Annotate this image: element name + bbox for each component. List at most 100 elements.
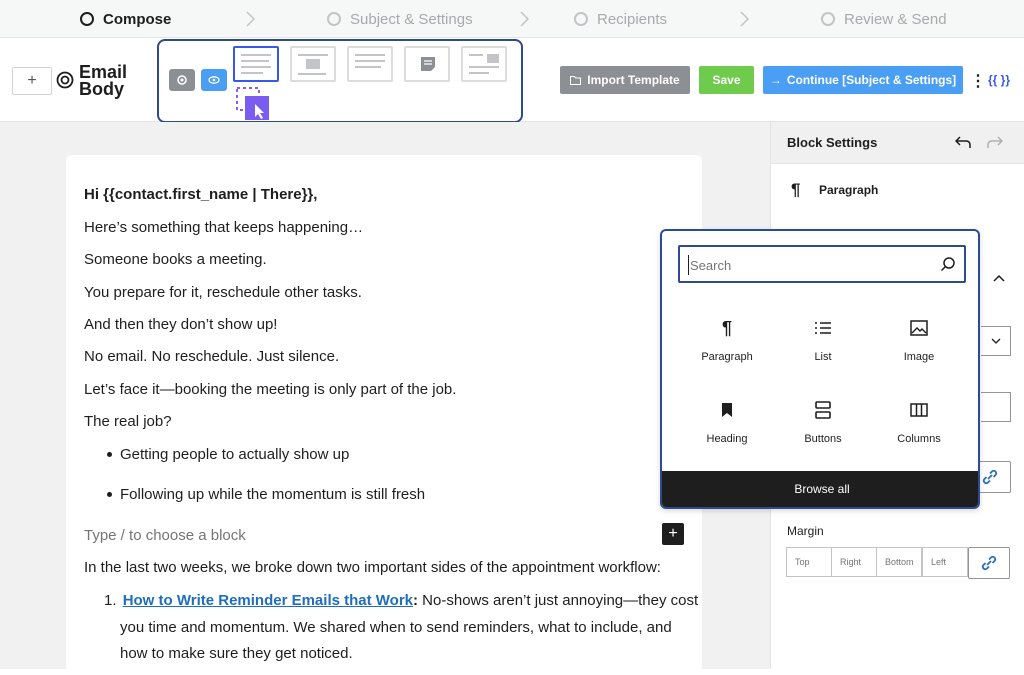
block-type-name: Paragraph	[819, 183, 879, 197]
page-title: Email Body	[79, 63, 127, 99]
undo-icon[interactable]	[955, 135, 971, 149]
block-search-input[interactable]	[688, 255, 928, 275]
columns-icon	[871, 399, 967, 421]
layout-thumbnail[interactable]	[461, 46, 507, 82]
step-circle-icon	[574, 12, 588, 26]
redo-icon[interactable]	[987, 135, 1003, 149]
import-template-label: Import Template	[587, 73, 680, 87]
gear-icon	[177, 75, 187, 85]
chevron-right-icon	[246, 11, 256, 27]
settings-button[interactable]	[169, 69, 195, 91]
bullet-dot	[107, 452, 112, 457]
note-icon	[421, 57, 435, 71]
margin-label: Margin	[787, 524, 824, 538]
continue-button[interactable]: → Continue [Subject & Settings]	[763, 66, 963, 94]
paragraph-icon: ¶	[721, 317, 732, 338]
drag-block-icon	[236, 87, 269, 120]
margin-left-input[interactable]: Left	[922, 547, 968, 577]
add-block-button[interactable]: +	[12, 67, 52, 95]
block-option-paragraph[interactable]: ¶ Paragraph	[679, 317, 775, 364]
block-option-heading[interactable]: Heading	[679, 399, 775, 445]
paragraph-icon: ¶	[791, 180, 801, 199]
merge-tags-button[interactable]: {{ }}	[988, 73, 1010, 87]
block-label: Columns	[897, 433, 941, 445]
step-circle-icon	[80, 12, 94, 26]
list-text-continued: how to make sure they get noticed.	[120, 645, 353, 662]
folder-icon	[570, 75, 582, 85]
layout-thumbnail[interactable]	[233, 46, 279, 82]
layout-thumbnail[interactable]	[404, 46, 450, 82]
step-subject-settings[interactable]: Subject & Settings	[327, 0, 473, 38]
search-icon[interactable]	[940, 256, 956, 272]
block-option-columns[interactable]: Columns	[871, 399, 967, 445]
margin-link-button[interactable]	[968, 547, 1010, 579]
list-text-continued: you time and momentum. We shared when to…	[120, 619, 672, 636]
continue-label: Continue [Subject & Settings]	[786, 73, 957, 87]
chevron-right-icon	[520, 11, 530, 27]
step-label: Review & Send	[844, 10, 947, 28]
list-icon	[775, 317, 871, 339]
template-layout-picker	[157, 39, 523, 123]
block-label: Heading	[706, 433, 748, 445]
link-icon	[982, 469, 998, 485]
image-icon	[871, 317, 967, 339]
paragraph-block[interactable]: Here’s something that keeps happening…	[84, 219, 363, 236]
paragraph-block[interactable]: Let’s face it—booking the meeting is onl…	[84, 381, 456, 398]
style-select[interactable]	[981, 326, 1011, 356]
step-label: Subject & Settings	[350, 10, 473, 28]
list-text: No-shows aren’t just annoying—they cost	[418, 592, 699, 609]
browse-all-button[interactable]: Browse all	[662, 471, 978, 507]
layout-thumbnail[interactable]	[347, 46, 393, 82]
wizard-stepper: Compose Subject & Settings Recipients Re…	[0, 0, 1024, 38]
paragraph-block[interactable]: The real job?	[84, 413, 172, 430]
layout-thumbnail[interactable]	[290, 46, 336, 82]
step-compose[interactable]: Compose	[80, 0, 171, 38]
bullet-dot	[107, 492, 112, 497]
link-icon	[981, 555, 997, 571]
reminder-emails-link[interactable]: How to Write Reminder Emails that Work	[123, 592, 413, 609]
sidebar-title: Block Settings	[787, 135, 878, 150]
chevron-up-icon[interactable]	[993, 274, 1005, 282]
margin-bottom-input[interactable]: Bottom	[876, 547, 922, 577]
greeting-paragraph[interactable]: Hi {{contact.first_name | There}},	[84, 186, 317, 203]
save-button[interactable]: Save	[699, 66, 754, 94]
step-recipients[interactable]: Recipients	[574, 0, 667, 38]
sidebar-header: Block Settings	[771, 122, 1024, 164]
step-review-send[interactable]: Review & Send	[821, 0, 947, 38]
buttons-icon	[775, 399, 871, 421]
preview-button[interactable]	[201, 69, 227, 91]
inline-add-block-button[interactable]: +	[662, 523, 684, 545]
paragraph-block[interactable]: And then they don’t show up!	[84, 316, 277, 333]
eye-icon	[208, 76, 220, 84]
paragraph-block[interactable]: No email. No reschedule. Just silence.	[84, 348, 339, 365]
block-placeholder[interactable]: Type / to choose a block	[84, 527, 246, 544]
title-line: Body	[79, 79, 124, 99]
size-input[interactable]	[981, 392, 1011, 422]
margin-right-input[interactable]: Right	[831, 547, 877, 577]
step-label: Recipients	[597, 10, 668, 28]
block-option-buttons[interactable]: Buttons	[775, 399, 871, 445]
block-option-image[interactable]: Image	[871, 317, 967, 363]
logo-icon	[56, 71, 74, 89]
arrow-right-icon: →	[769, 73, 782, 87]
block-label: Buttons	[804, 433, 842, 445]
paragraph-block[interactable]: Someone books a meeting.	[84, 251, 267, 268]
paragraph-block[interactable]: You prepare for it, reschedule other tas…	[84, 284, 362, 301]
plus-icon: +	[668, 525, 678, 542]
editor-toolbar: + Email Body Import Template Save → Cont…	[0, 39, 1024, 123]
import-template-button[interactable]: Import Template	[560, 66, 690, 94]
block-label: List	[814, 351, 832, 363]
list-number: 1.	[104, 592, 117, 609]
chevron-right-icon	[740, 11, 750, 27]
margin-top-input[interactable]: Top	[786, 547, 832, 577]
list-item[interactable]: Getting people to actually show up	[120, 446, 349, 463]
block-option-list[interactable]: List	[775, 317, 871, 363]
list-item[interactable]: Following up while the momentum is still…	[120, 486, 425, 503]
ordered-list-item[interactable]: 1. How to Write Reminder Emails that Wor…	[104, 592, 698, 609]
block-search-box	[678, 245, 966, 283]
block-label: Image	[903, 351, 935, 363]
block-label: Paragraph	[701, 351, 753, 363]
step-circle-icon	[327, 12, 341, 26]
more-options-button[interactable]: ⋮	[970, 71, 986, 91]
paragraph-block[interactable]: In the last two weeks, we broke down two…	[84, 559, 661, 576]
